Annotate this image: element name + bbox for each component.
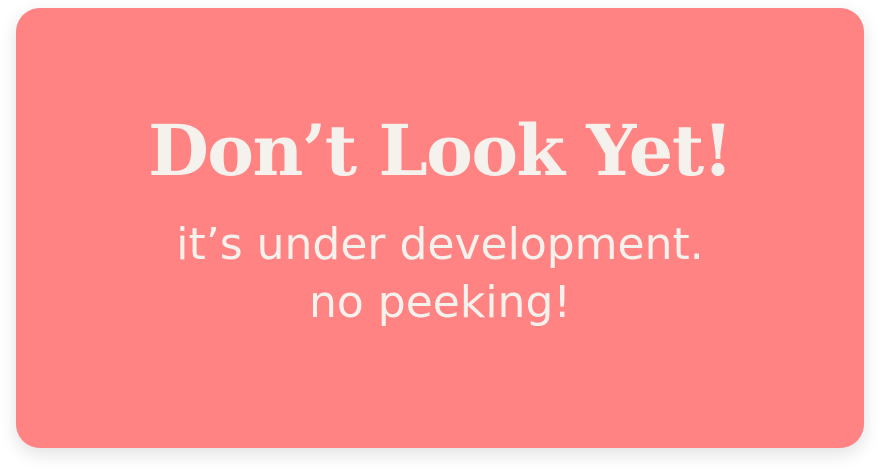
banner-subtitle: it’s under development. no peeking! bbox=[176, 216, 703, 332]
banner-subtitle-line-1: it’s under development. bbox=[176, 219, 704, 270]
under-development-banner: Don’t Look Yet! it’s under development. … bbox=[16, 8, 864, 448]
banner-title: Don’t Look Yet! bbox=[148, 109, 733, 192]
banner-subtitle-line-2: no peeking! bbox=[308, 277, 572, 328]
